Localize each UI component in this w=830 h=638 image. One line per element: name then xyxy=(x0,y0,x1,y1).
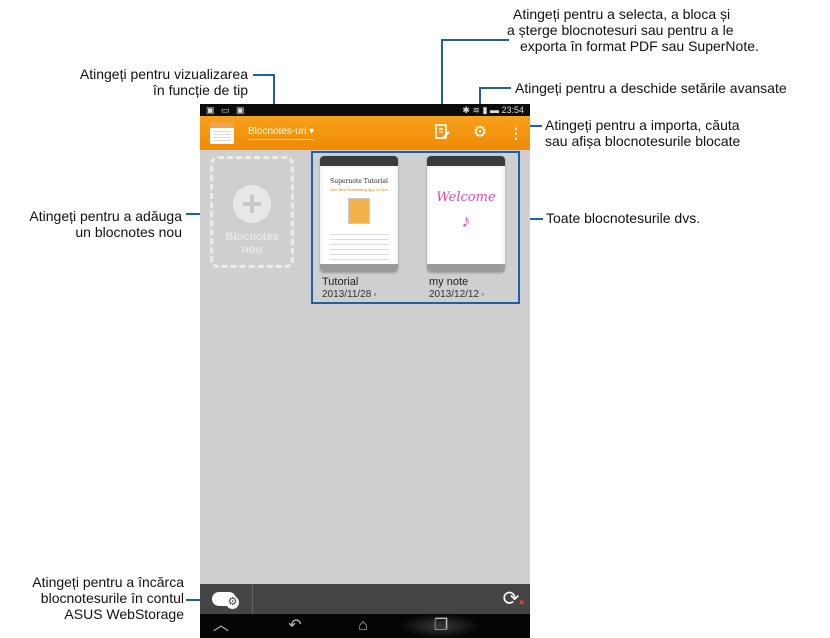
cover-subtitle: Your Best Notetaking App is Here xyxy=(329,187,389,192)
callout-view-by-type: Atingeți pentru vizualizarea în funcție d… xyxy=(79,66,248,98)
cover-doodle: ♪ xyxy=(461,211,471,231)
cover-handwriting: Welcome xyxy=(436,190,496,205)
bottom-bar: ⚙ ⟳ ▲ xyxy=(200,584,530,614)
system-nav-bar: ︿ ↶ ⌂ ❐ xyxy=(200,614,530,638)
new-notebook-label: Blocnotes nou xyxy=(225,231,279,256)
sync-icon[interactable]: ⟳ ▲ xyxy=(500,588,526,610)
notebook-cover: Supernote Tutorial Your Best Notetaking … xyxy=(323,168,395,264)
leader-select-lock xyxy=(441,39,509,41)
recent-apps-icon[interactable]: ❐ xyxy=(428,616,454,636)
callout-import-search: Atingeți pentru a importa, căuta sau afiș… xyxy=(545,117,741,149)
back-icon[interactable]: ↶ xyxy=(282,616,308,636)
notebook-date: 2013/12/12 ▫ xyxy=(429,289,485,300)
cover-title: Supernote Tutorial xyxy=(330,178,388,185)
cover-illustration xyxy=(348,198,370,224)
up-arrow-icon[interactable]: ︿ xyxy=(208,616,234,636)
notebook-date: 2013/11/28 ▫ xyxy=(322,289,377,300)
notebook-spine xyxy=(427,156,505,166)
notebook-bottom xyxy=(427,264,505,272)
notebook-cover: Welcome ♪ xyxy=(430,168,502,264)
home-icon[interactable]: ⌂ xyxy=(350,616,376,636)
action-bar: Blocnotes-uri ▾ ⚙ ⋮ xyxy=(200,116,530,150)
view-type-dropdown[interactable]: Blocnotes-uri ▾ xyxy=(248,126,315,140)
warning-icon: ▲ xyxy=(517,596,526,606)
notebook-name: Tutorial xyxy=(322,276,359,288)
notification-icons: ▣ ▭ ▣ xyxy=(206,105,247,115)
notebook-bottom xyxy=(320,264,398,272)
lock-status-icon: ▫ xyxy=(479,290,485,299)
gear-small-icon: ⚙ xyxy=(226,596,239,609)
callout-add-notebook: Atingeți pentru a adăuga un blocnotes nou xyxy=(29,208,182,240)
notebook-spine xyxy=(320,156,398,166)
new-notebook-button[interactable]: + Blocnotes nou xyxy=(210,156,294,268)
signal-icon: ✱ ≋ ▮ ▬ xyxy=(462,105,499,115)
callout-select-lock: Atingeți pentru a selecta, a bloca și a … xyxy=(507,6,759,54)
status-bar: ▣ ▭ ▣ ✱ ≋ ▮ ▬ 23:54 xyxy=(200,104,530,116)
dropdown-caret-icon: ▾ xyxy=(309,126,315,137)
leader-settings xyxy=(480,87,511,89)
overflow-menu-icon[interactable]: ⋮ xyxy=(506,123,526,143)
edit-icon[interactable] xyxy=(432,123,452,147)
device-screen: ▣ ▭ ▣ ✱ ≋ ▮ ▬ 23:54 Blocnotes-uri ▾ ⚙ ⋮ … xyxy=(200,104,530,638)
lock-status-icon: ▫ xyxy=(371,290,377,299)
app-logo-icon[interactable] xyxy=(210,122,234,144)
plus-icon: + xyxy=(233,185,271,223)
notebook-card-my-note[interactable]: Welcome ♪ xyxy=(427,156,505,272)
cover-lines xyxy=(329,230,389,260)
notebook-name: my note xyxy=(429,276,469,288)
status-right: ✱ ≋ ▮ ▬ 23:54 xyxy=(462,104,524,116)
gear-icon[interactable]: ⚙ xyxy=(470,123,490,143)
leader-view-by-type xyxy=(253,74,274,76)
callout-settings: Atingeți pentru a deschide setările avan… xyxy=(515,80,787,96)
notebook-grid: + Blocnotes nou Supernote Tutorial Your B… xyxy=(200,150,530,584)
clock: 23:54 xyxy=(501,105,524,115)
callout-upload: Atingeți pentru a încărca blocnotesurile … xyxy=(32,574,184,622)
callout-all-notebooks: Toate blocnotesurile dvs. xyxy=(546,210,701,226)
cloud-upload-button[interactable]: ⚙ xyxy=(200,584,253,614)
view-type-label: Blocnotes-uri xyxy=(248,126,307,137)
notebook-card-tutorial[interactable]: Supernote Tutorial Your Best Notetaking … xyxy=(320,156,398,272)
